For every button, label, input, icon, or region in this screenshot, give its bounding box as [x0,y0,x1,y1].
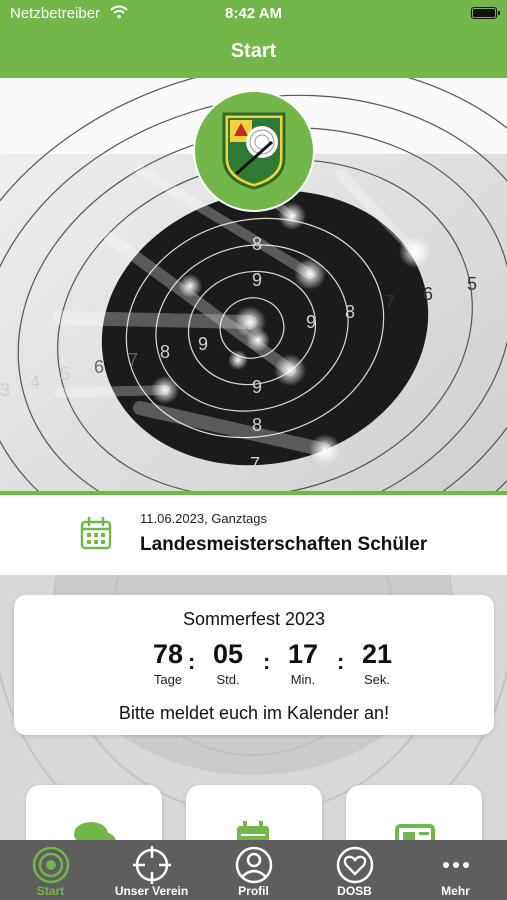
person-icon [235,846,273,884]
countdown-minutes-label: Min. [290,672,316,687]
tab-profil[interactable]: Profil [203,840,304,900]
svg-text:9: 9 [306,312,316,332]
svg-text:9: 9 [252,377,262,397]
svg-text:5: 5 [60,364,70,384]
svg-text:7: 7 [250,454,260,474]
svg-text:7: 7 [128,350,138,370]
countdown-title: Sommerfest 2023 [182,609,326,629]
target-rings-icon [32,846,70,884]
tab-label: Mehr [441,884,470,898]
svg-text:7: 7 [385,292,395,312]
countdown-hours-label: Std. [216,672,240,687]
tab-label: Start [36,884,65,898]
svg-text:5: 5 [467,274,477,294]
page-title: Start [230,40,277,62]
countdown-seconds-value: 21 [361,639,393,669]
more-dots-icon [443,862,469,868]
tab-unser-verein[interactable]: Unser Verein [101,840,202,900]
crosshair-icon [133,846,171,884]
tab-label: Unser Verein [114,884,189,898]
club-crest-icon [222,112,286,190]
tab-mehr[interactable]: Mehr [405,840,506,900]
tab-label: DOSB [337,884,372,898]
event-title: Landesmeisterschaften Schüler [140,534,428,555]
countdown-separator: : [337,649,345,674]
svg-text:9: 9 [198,334,208,354]
svg-text:9: 9 [252,270,262,290]
countdown-hours: 05 Std. [198,639,258,687]
club-logo [193,90,315,212]
svg-text:6: 6 [423,284,433,304]
countdown-seconds-label: Sek. [363,672,390,687]
heart-icon [336,846,374,884]
svg-text:3: 3 [0,380,10,400]
countdown-card[interactable]: Sommerfest 2023 78 Tage : 05 Std. : 17 M… [14,595,494,735]
countdown-separator: : [188,649,196,674]
battery-icon [471,7,500,19]
calendar-icon [80,517,112,550]
navigation-bar: Start [0,28,507,78]
svg-text:6: 6 [94,357,104,377]
ring-number: 4 [30,372,40,392]
event-card[interactable]: 11.06.2023, Ganztags Landesmeisterschaft… [0,495,507,575]
countdown-separator: : [263,649,271,674]
svg-text:8: 8 [160,342,170,362]
tab-bar: Start Unser Verein Profil DOSB Mehr [0,840,507,900]
countdown-hours-value: 05 [212,639,244,669]
svg-text:8: 8 [345,302,355,322]
status-time: 8:42 AM [225,5,282,22]
tab-start[interactable]: Start [0,840,101,900]
event-date: 11.06.2023, Ganztags [140,511,267,526]
countdown-note: Bitte meldet euch im Kalender an! [118,703,390,723]
countdown-minutes-value: 17 [287,639,319,669]
countdown-minutes: 17 Min. [273,639,333,687]
tab-label: Profil [238,884,269,898]
countdown-seconds: 21 Sek. [347,639,407,687]
tab-dosb[interactable]: DOSB [304,840,405,900]
status-bar: Netzbetreiber 8:42 AM [0,0,507,28]
